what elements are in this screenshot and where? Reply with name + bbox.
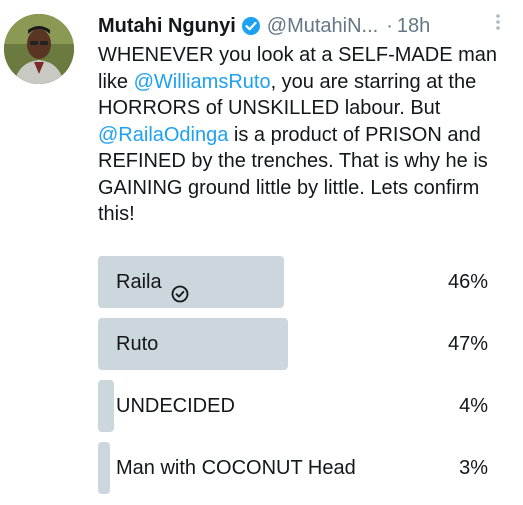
poll-bar	[98, 380, 115, 432]
poll-option-label: Ruto	[116, 318, 158, 370]
author-name[interactable]: Mutahi Ngunyi	[98, 15, 236, 38]
poll-option[interactable]: UNDECIDED 4%	[98, 380, 498, 432]
poll-option-percent: 46%	[447, 271, 488, 293]
poll: Raila 46% Ruto 47% UNDECIDED 4% Man with…	[98, 256, 498, 504]
poll-option-percent: 47%	[447, 333, 488, 355]
verified-badge-icon	[241, 16, 261, 36]
mention-link[interactable]: @WilliamsRuto	[134, 71, 271, 93]
poll-option-text: Ruto	[116, 333, 159, 355]
poll-option-percent: 3%	[459, 457, 488, 479]
mention-link[interactable]: @RailaOdinga	[98, 124, 228, 146]
poll-option[interactable]: Raila 46%	[98, 256, 498, 308]
check-circle-icon	[170, 272, 190, 303]
poll-option-label: Man with COCONUT Head	[116, 442, 356, 494]
poll-option-text: Man with COCONUT Head	[116, 457, 356, 479]
more-options-icon[interactable]	[494, 12, 502, 39]
poll-option-percent: 4%	[459, 395, 488, 417]
poll-option-label: Raila	[116, 256, 190, 308]
tweet-header: Mutahi Ngunyi @MutahiN... · 18h	[98, 12, 508, 40]
poll-option[interactable]: Man with COCONUT Head 3%	[98, 442, 498, 494]
poll-option-text: UNDECIDED	[116, 395, 235, 417]
poll-option[interactable]: Ruto 47%	[98, 318, 498, 370]
poll-option-label: UNDECIDED	[116, 380, 235, 432]
avatar[interactable]	[4, 14, 74, 84]
tweet-text: WHENEVER you look at a SELF-MADE man lik…	[98, 42, 513, 228]
timestamp[interactable]: 18h	[397, 15, 430, 38]
poll-option-text: Raila	[116, 271, 162, 293]
separator-dot: ·	[386, 14, 393, 37]
avatar-photo	[4, 14, 74, 84]
author-handle[interactable]: @MutahiN...	[267, 15, 378, 38]
poll-bar	[98, 442, 111, 494]
